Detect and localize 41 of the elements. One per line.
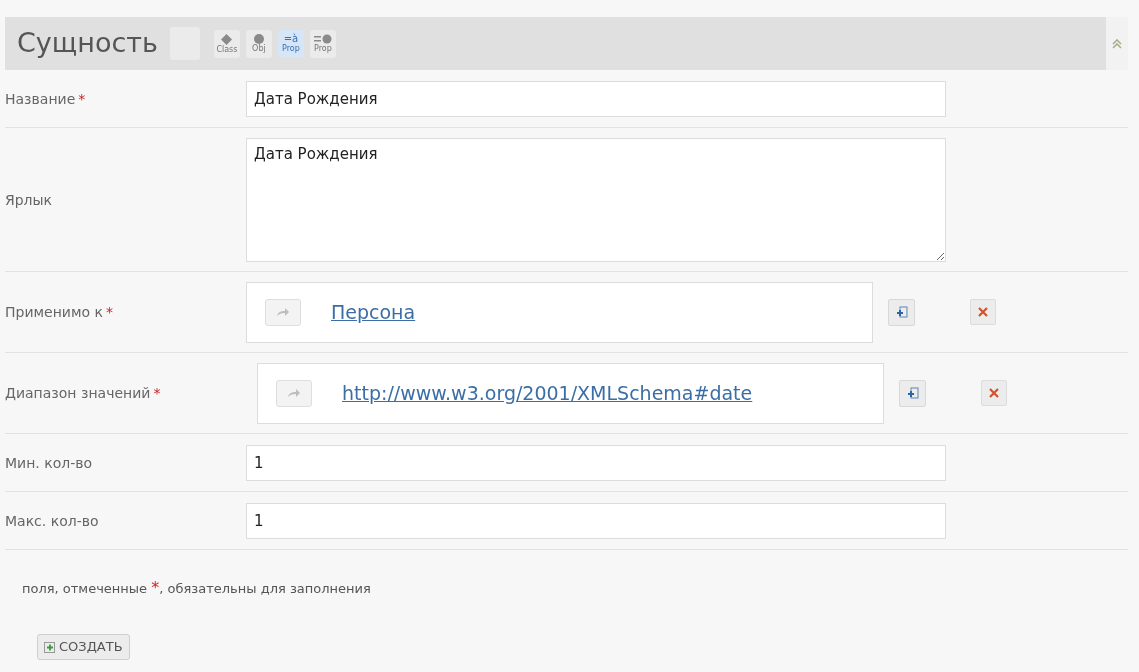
toolbar-button[interactable]: Class xyxy=(213,29,240,58)
arrow-right-icon xyxy=(287,388,301,398)
diamond-icon xyxy=(221,33,233,45)
panel-title: Сущность xyxy=(17,26,158,61)
text-field[interactable]: Дата Рождения xyxy=(246,80,946,117)
field-label: Применимо к * xyxy=(5,303,114,321)
field-label: Макс. кол-во xyxy=(5,511,100,530)
required-fields-note: поля, отмеченные *, обязательны для заполнения xyxy=(21,577,372,599)
delete-button[interactable] xyxy=(970,299,996,325)
field-label: Диапазон значений * xyxy=(5,384,162,402)
tool-glyph: =à xyxy=(283,34,299,44)
arrow-right-icon xyxy=(276,307,290,317)
tool-label: Prop xyxy=(282,44,300,53)
circle-icon xyxy=(253,34,264,44)
add-item-icon xyxy=(906,387,919,399)
reference-link[interactable]: http://www.w3.org/2001/XMLSchema#date xyxy=(342,378,753,408)
field-label: Мин. кол-во xyxy=(5,453,94,472)
add-button[interactable] xyxy=(888,298,915,326)
tool-label: Prop xyxy=(314,44,332,53)
add-item-icon xyxy=(895,306,908,318)
text-area[interactable]: Дата Рождения xyxy=(246,137,946,262)
create-button[interactable]: СОЗДАТЬ xyxy=(37,634,130,660)
delete-button[interactable] xyxy=(981,380,1007,406)
toolbar-button[interactable]: Prop xyxy=(309,29,336,58)
equals-circle-icon xyxy=(313,34,332,44)
toolbar-button[interactable]: =à Prop xyxy=(277,29,304,58)
field-label: Название * xyxy=(5,89,87,108)
field-label: Ярлык xyxy=(5,190,54,209)
double-chevron-up-icon xyxy=(1112,38,1122,49)
reference-link[interactable]: Персона xyxy=(331,297,416,327)
close-icon xyxy=(989,388,999,398)
reference-field[interactable]: http://www.w3.org/2001/XMLSchema#date xyxy=(257,362,884,424)
text-field[interactable]: 1 xyxy=(246,502,946,539)
tool-label: Class xyxy=(216,44,238,54)
add-button[interactable] xyxy=(899,379,926,407)
close-icon xyxy=(978,307,988,317)
tool-label: Obj xyxy=(252,44,266,53)
text-field[interactable]: 1 xyxy=(246,444,946,481)
toolbar-button[interactable]: Obj xyxy=(245,29,272,58)
reference-field[interactable]: Персона xyxy=(246,281,873,343)
add-document-icon xyxy=(44,641,55,653)
